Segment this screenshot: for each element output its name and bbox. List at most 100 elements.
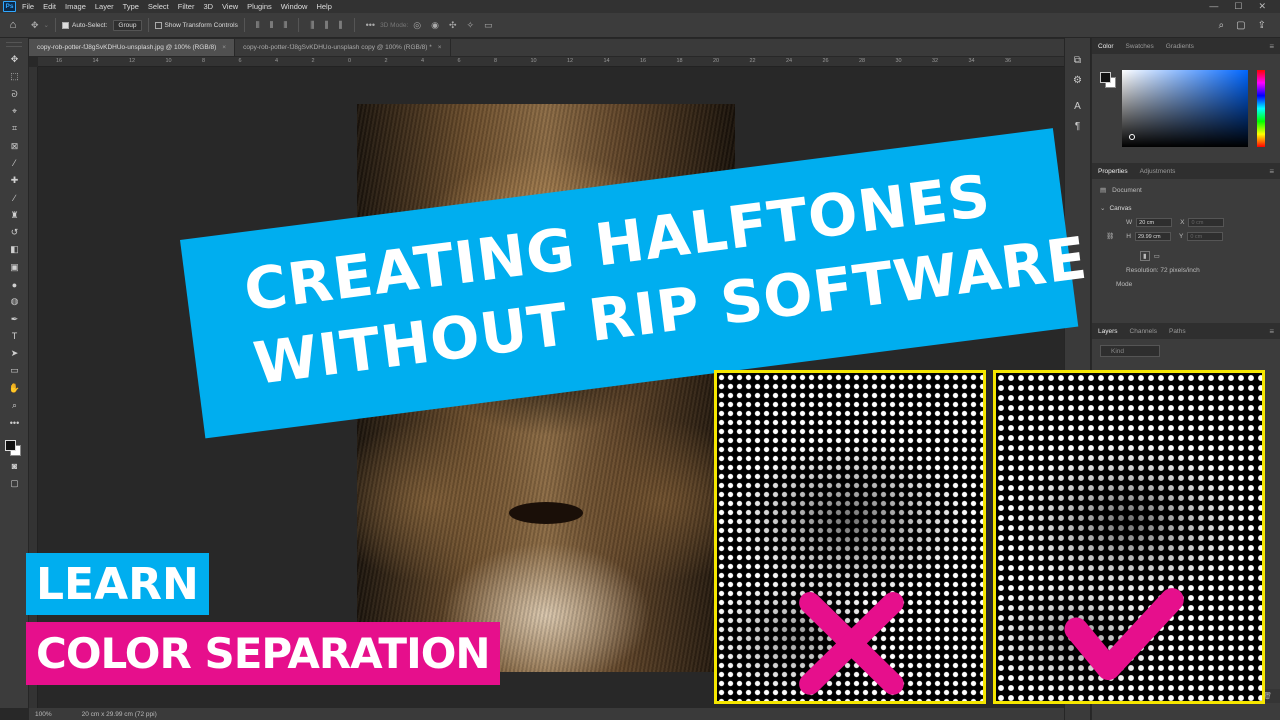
tab-swatches[interactable]: Swatches: [1120, 43, 1160, 50]
y-field[interactable]: 0 cm: [1187, 231, 1224, 241]
menu-layer[interactable]: Layer: [95, 2, 114, 11]
minimize-icon[interactable]: —: [1209, 1, 1218, 12]
orbit-3d-icon[interactable]: ◎: [413, 20, 421, 31]
align-right-icon[interactable]: ⫴: [283, 20, 287, 31]
hand-tool-icon[interactable]: ✋: [0, 380, 29, 397]
transform-controls-checkbox[interactable]: [154, 21, 162, 29]
menu-window[interactable]: Window: [281, 2, 308, 11]
history-brush-icon[interactable]: ↺: [0, 224, 29, 241]
tab-properties[interactable]: Properties: [1092, 168, 1134, 175]
panel-menu-icon[interactable]: ≡: [1263, 42, 1280, 51]
x-field[interactable]: 0 cm: [1188, 217, 1225, 227]
search-icon[interactable]: ⌕: [1219, 20, 1225, 31]
quick-select-tool-icon[interactable]: ⌖: [0, 103, 29, 120]
tab-channels[interactable]: Channels: [1124, 328, 1163, 335]
frame-tool-icon[interactable]: ⊠: [0, 137, 29, 154]
close-icon[interactable]: ✕: [1258, 1, 1266, 12]
align-center-icon[interactable]: ⫴: [270, 20, 274, 31]
pan-3d-icon[interactable]: ✣: [449, 20, 457, 31]
type-tool-icon[interactable]: T: [0, 328, 29, 345]
menu-type[interactable]: Type: [123, 2, 139, 11]
link-icon[interactable]: ⛓: [1106, 232, 1114, 240]
height-field[interactable]: 29.99 cm: [1134, 231, 1171, 241]
tab-adjustments[interactable]: Adjustments: [1134, 168, 1182, 175]
eraser-tool-icon[interactable]: ◧: [0, 241, 29, 258]
menu-select[interactable]: Select: [148, 2, 169, 11]
x-label: X: [1180, 218, 1185, 226]
marquee-tool-icon[interactable]: ⬚: [0, 68, 29, 85]
healing-brush-icon[interactable]: ✚: [0, 172, 29, 189]
document-size[interactable]: 20 cm x 29.99 cm (72 ppi): [82, 711, 157, 718]
tab-gradients[interactable]: Gradients: [1160, 43, 1200, 50]
brush-tool-icon[interactable]: ∕: [0, 189, 29, 206]
zoom-tool-icon[interactable]: ⌕: [0, 397, 29, 414]
more-options-icon[interactable]: •••: [366, 20, 375, 30]
tab-layers[interactable]: Layers: [1092, 328, 1124, 335]
dodge-tool-icon[interactable]: ◍: [0, 293, 29, 310]
rectangle-tool-icon[interactable]: ▭: [0, 362, 29, 379]
blur-tool-icon[interactable]: ●: [0, 276, 29, 293]
width-field[interactable]: 20 cm: [1136, 217, 1173, 227]
align-left-icon[interactable]: ⫴: [256, 20, 260, 31]
pen-tool-icon[interactable]: ✒: [0, 310, 29, 327]
auto-select-dropdown[interactable]: Group: [113, 19, 142, 31]
ruler-horizontal[interactable]: 16 14 12 10 8 6 4 2 0 2 4 6 8 10 12 14 16 18 20 22 24 26 28 30 3…: [38, 57, 1064, 67]
eyedropper-tool-icon[interactable]: ⁄: [0, 155, 29, 172]
menu-edit[interactable]: Edit: [43, 2, 56, 11]
home-icon[interactable]: ⌂: [0, 19, 26, 31]
stamp-tool-icon[interactable]: ♜: [0, 207, 29, 224]
layer-filter-kind[interactable]: Kind: [1100, 345, 1160, 357]
workspace-icon[interactable]: ▢: [1236, 20, 1245, 31]
roll-3d-icon[interactable]: ◉: [431, 20, 439, 31]
menu-view[interactable]: View: [222, 2, 238, 11]
screen-mode-icon[interactable]: ▢: [0, 475, 29, 492]
camera-3d-icon[interactable]: ▭: [484, 20, 493, 31]
align-bottom-icon[interactable]: ⫼: [338, 20, 342, 31]
zoom-level[interactable]: 100%: [35, 711, 52, 718]
share-icon[interactable]: ⇪: [1258, 20, 1266, 31]
tab-paths[interactable]: Paths: [1163, 328, 1192, 335]
paragraph-panel-icon[interactable]: ¶: [1065, 116, 1090, 136]
halftone-sample-correct: [993, 370, 1265, 704]
panel-menu-icon[interactable]: ≡: [1263, 327, 1280, 336]
tab-document-1[interactable]: copy-rob-potter-fJ8gSvKDHUo-unsplash.jpg…: [29, 39, 236, 56]
slide-3d-icon[interactable]: ✧: [467, 20, 475, 31]
menu-3d[interactable]: 3D: [203, 2, 213, 11]
close-tab-icon[interactable]: ×: [222, 44, 226, 51]
lasso-tool-icon[interactable]: ᘐ: [0, 86, 29, 103]
move-tool-icon[interactable]: ✥: [0, 51, 29, 68]
tab-document-2[interactable]: copy-rob-potter-fJ8gSvKDHUo-unsplash cop…: [235, 39, 451, 56]
ruler-tick-label: 26: [822, 58, 829, 64]
hue-slider[interactable]: [1257, 70, 1265, 147]
align-top-icon[interactable]: ⫼: [310, 20, 314, 31]
chevron-down-icon[interactable]: ⌄: [44, 21, 49, 29]
path-select-tool-icon[interactable]: ➤: [0, 345, 29, 362]
menu-file[interactable]: File: [22, 2, 34, 11]
gradient-tool-icon[interactable]: ▣: [0, 259, 29, 276]
more-tools-icon[interactable]: •••: [0, 414, 29, 431]
menu-plugins[interactable]: Plugins: [247, 2, 272, 11]
move-tool-icon[interactable]: ✥: [31, 20, 39, 31]
foreground-color[interactable]: [5, 439, 16, 451]
panel-menu-icon[interactable]: ≡: [1263, 167, 1280, 176]
auto-select-checkbox[interactable]: [62, 21, 69, 29]
crop-tool-icon[interactable]: ⌗: [0, 120, 29, 137]
portrait-orientation-icon[interactable]: ▮: [1140, 251, 1150, 261]
ruler-tick-label: 22: [749, 58, 756, 64]
history-panel-icon[interactable]: ⧉: [1065, 50, 1090, 70]
color-swatches[interactable]: [0, 432, 29, 458]
character-panel-icon[interactable]: A: [1065, 96, 1090, 116]
tab-color[interactable]: Color: [1092, 43, 1120, 50]
landscape-orientation-icon[interactable]: ▭: [1154, 252, 1160, 260]
tab-label: copy-rob-potter-fJ8gSvKDHUo-unsplash.jpg…: [37, 44, 217, 51]
properties-icon[interactable]: ⚙: [1065, 70, 1090, 90]
align-middle-icon[interactable]: ⫼: [324, 20, 328, 31]
menu-filter[interactable]: Filter: [178, 2, 195, 11]
menu-help[interactable]: Help: [316, 2, 331, 11]
color-picker-field[interactable]: [1122, 70, 1248, 147]
maximize-icon[interactable]: ☐: [1234, 1, 1242, 12]
close-tab-icon[interactable]: ×: [438, 44, 442, 51]
quick-mask-icon[interactable]: ◙: [0, 458, 29, 475]
menu-image[interactable]: Image: [65, 2, 86, 11]
foreground-color[interactable]: [1100, 72, 1111, 83]
